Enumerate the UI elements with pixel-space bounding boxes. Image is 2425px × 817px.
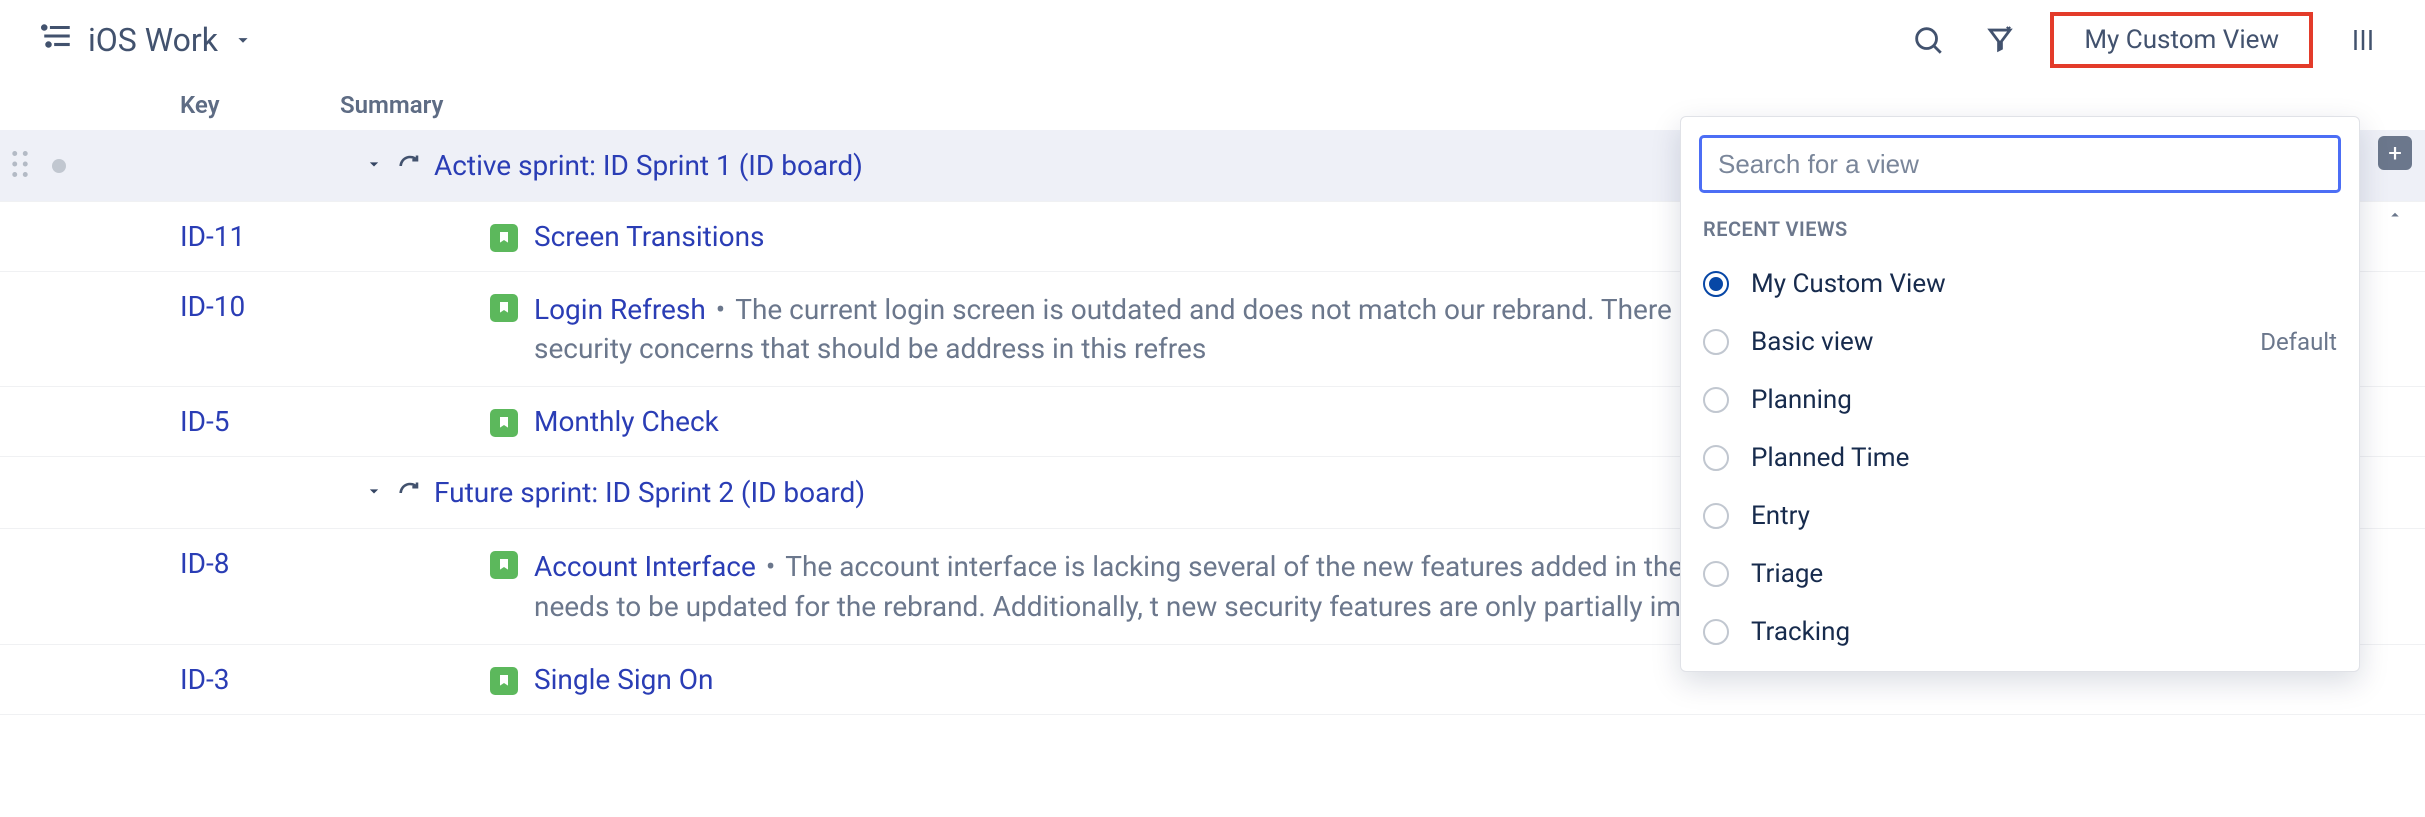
filter-icon[interactable]	[1978, 18, 2022, 62]
issue-summary-link[interactable]: Account Interface	[534, 550, 756, 583]
radio-selected-icon	[1703, 271, 1729, 297]
topbar-actions: My Custom View	[1906, 12, 2385, 68]
radio-icon	[1703, 387, 1729, 413]
columns-icon[interactable]	[2341, 18, 2385, 62]
story-type-icon	[490, 409, 518, 437]
drag-handle-icon[interactable]	[10, 150, 30, 182]
dropdown-section-label: RECENT VIEWS	[1681, 207, 2359, 255]
radio-icon	[1703, 503, 1729, 529]
column-header-key[interactable]: Key	[180, 91, 340, 119]
view-option[interactable]: Planning	[1681, 371, 2359, 429]
issue-key-link[interactable]: ID-8	[180, 547, 490, 580]
issue-key-link[interactable]: ID-10	[180, 290, 490, 323]
issue-description: The current login screen is outdated and…	[534, 293, 1854, 365]
story-type-icon	[490, 294, 518, 322]
view-option[interactable]: Planned Time	[1681, 429, 2359, 487]
story-type-icon	[490, 224, 518, 252]
view-search-input[interactable]	[1718, 149, 2322, 180]
view-selector-label: My Custom View	[2084, 25, 2279, 55]
view-option[interactable]: My Custom View	[1681, 255, 2359, 313]
board-switcher[interactable]: iOS Work	[40, 19, 254, 61]
view-option-label: Planning	[1751, 385, 1852, 415]
radio-icon	[1703, 561, 1729, 587]
issue-summary-link[interactable]: Login Refresh	[534, 293, 706, 326]
view-search-wrapper[interactable]	[1699, 135, 2341, 193]
issue-key-link[interactable]: ID-3	[180, 663, 490, 696]
issue-summary-link[interactable]: Screen Transitions	[534, 220, 765, 253]
view-option[interactable]: Tracking	[1681, 603, 2359, 661]
topbar: iOS Work My Custom View	[0, 0, 2425, 80]
view-option-label: Entry	[1751, 501, 1810, 531]
sprint-icon	[396, 479, 424, 511]
add-column-button[interactable]: +	[2378, 136, 2412, 170]
story-type-icon	[490, 667, 518, 695]
sprint-group-title[interactable]: Active sprint: ID Sprint 1 (ID board)	[434, 149, 863, 182]
radio-icon	[1703, 619, 1729, 645]
group-bullet-icon	[52, 159, 66, 173]
view-option[interactable]: Entry	[1681, 487, 2359, 545]
issue-key-link[interactable]: ID-11	[180, 220, 490, 253]
story-type-icon	[490, 551, 518, 579]
view-option-label: Planned Time	[1751, 443, 1909, 473]
summary-separator: •	[766, 550, 775, 583]
issue-key-link[interactable]: ID-5	[180, 405, 490, 438]
chevron-down-icon	[232, 21, 254, 59]
view-selector-button[interactable]: My Custom View	[2050, 12, 2313, 68]
list-icon	[40, 19, 74, 61]
view-option-label: Basic view	[1751, 327, 1873, 357]
view-option-label: My Custom View	[1751, 269, 1946, 299]
issue-summary-link[interactable]: Monthly Check	[534, 405, 719, 438]
view-option-label: Triage	[1751, 559, 1823, 589]
view-option[interactable]: Basic view Default	[1681, 313, 2359, 371]
default-badge: Default	[2260, 328, 2337, 356]
chevron-down-icon[interactable]	[364, 154, 384, 178]
summary-separator: •	[716, 293, 725, 326]
view-option[interactable]: Triage	[1681, 545, 2359, 603]
column-header-summary[interactable]: Summary	[340, 91, 2425, 119]
radio-icon	[1703, 329, 1729, 355]
view-option-label: Tracking	[1751, 617, 1850, 647]
search-icon[interactable]	[1906, 18, 1950, 62]
issue-summary-link[interactable]: Single Sign On	[534, 663, 714, 696]
board-name: iOS Work	[88, 21, 218, 59]
radio-icon	[1703, 445, 1729, 471]
chevron-down-icon[interactable]	[364, 481, 384, 505]
right-edge-controls: +	[2365, 120, 2425, 817]
scroll-up-icon[interactable]	[2386, 206, 2404, 228]
sprint-icon	[396, 152, 424, 184]
view-dropdown-panel: RECENT VIEWS My Custom View Basic view D…	[1680, 116, 2360, 672]
sprint-group-title[interactable]: Future sprint: ID Sprint 2 (ID board)	[434, 476, 865, 509]
